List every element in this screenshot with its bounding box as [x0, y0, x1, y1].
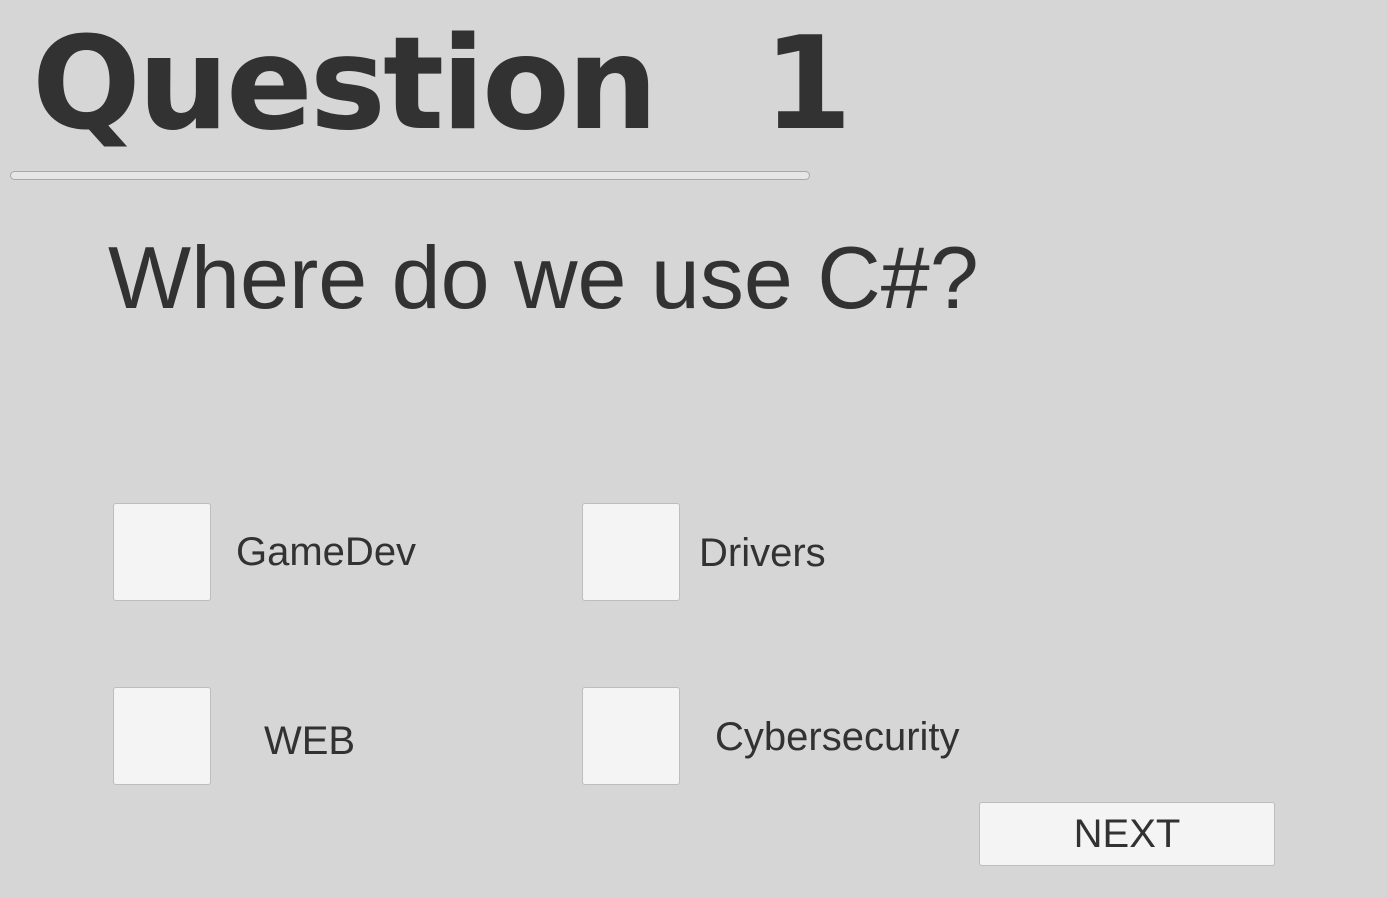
option-label-web: WEB: [264, 719, 356, 763]
option-checkbox-drivers[interactable]: [582, 503, 680, 601]
option-checkbox-gamedev[interactable]: [113, 503, 211, 601]
progress-bar: [10, 171, 810, 180]
option-label-cybersecurity: Cybersecurity: [715, 715, 960, 759]
question-number: 1: [763, 10, 852, 159]
quiz-screen: Question 1 Where do we use C#? GameDev D…: [0, 0, 1387, 897]
option-label-drivers: Drivers: [699, 531, 826, 575]
question-heading-label: Question: [32, 10, 658, 159]
option-label-gamedev: GameDev: [236, 530, 417, 574]
question-heading: Question 1: [32, 10, 852, 160]
question-text: Where do we use C#?: [108, 228, 979, 327]
next-button[interactable]: NEXT: [979, 802, 1275, 866]
option-checkbox-web[interactable]: [113, 687, 211, 785]
option-checkbox-cybersecurity[interactable]: [582, 687, 680, 785]
